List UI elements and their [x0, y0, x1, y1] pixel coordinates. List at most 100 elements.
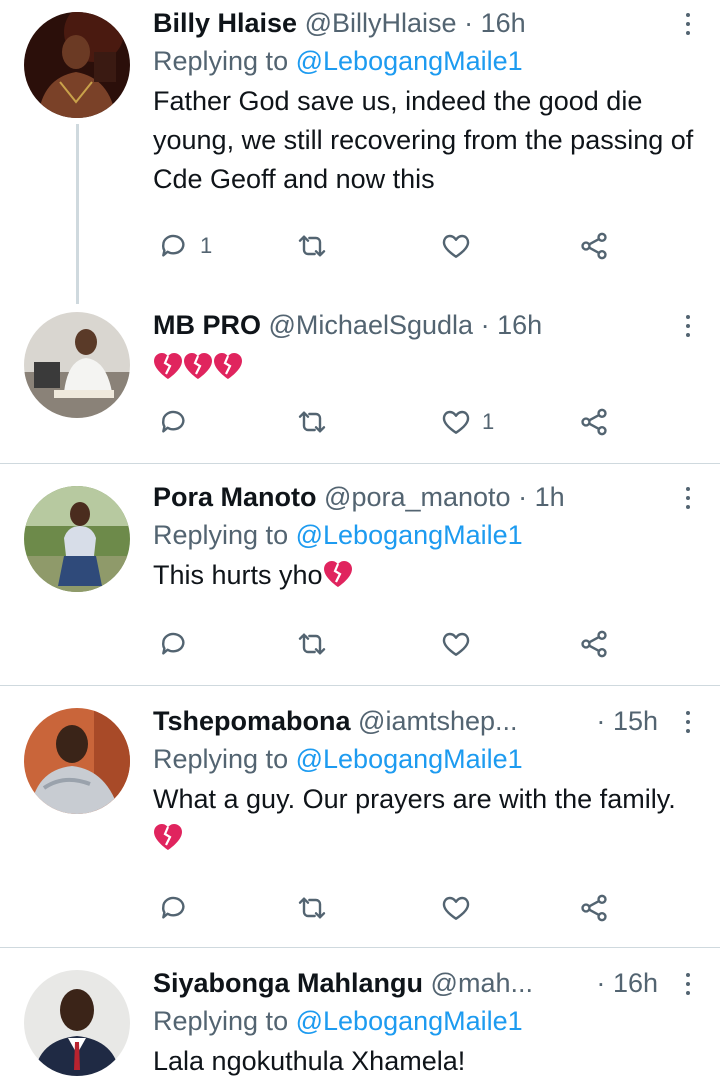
display-name[interactable]: Billy Hlaise: [153, 8, 297, 38]
tweet-header: Tshepomabona @iamtshep... · 15h: [153, 704, 700, 738]
more-options-icon[interactable]: [676, 482, 700, 514]
retweet-icon: [298, 411, 326, 433]
more-options-icon[interactable]: [676, 968, 700, 1000]
more-options-icon[interactable]: [676, 706, 700, 738]
avatar[interactable]: [24, 12, 130, 118]
timestamp[interactable]: 15h: [613, 706, 658, 736]
share-button[interactable]: [578, 226, 610, 266]
replying-to: Replying to @LebogangMaile1: [153, 1004, 700, 1038]
reply-icon: [162, 234, 185, 257]
like-button[interactable]: [440, 624, 482, 664]
separator-dot: ·: [464, 8, 474, 38]
tweet-text: Lala ngokuthula Xhamela!: [153, 1046, 466, 1076]
replying-to-label: Replying to: [153, 520, 289, 550]
timestamp-group: · 16h: [596, 966, 658, 1000]
tweet-actions: [158, 888, 618, 928]
heart-icon: [442, 896, 470, 920]
user-handle[interactable]: @pora_manoto: [324, 482, 511, 512]
thread-line: [76, 124, 79, 304]
tweet-header: Siyabonga Mahlangu @mah... · 16h: [153, 966, 700, 1000]
display-name[interactable]: Pora Manoto: [153, 482, 317, 512]
reply-icon: [162, 632, 185, 655]
replying-to: Replying to @LebogangMaile1: [153, 44, 700, 78]
user-handle[interactable]: @BillyHlaise: [305, 8, 457, 38]
tweet-text: What a guy. Our prayers are with the fam…: [153, 784, 676, 814]
separator-dot: ·: [480, 310, 490, 340]
tweet-text: 💔💔💔: [153, 348, 700, 384]
reply-count: 1: [200, 233, 213, 258]
tweet-text-row: What a guy. Our prayers are with the fam…: [153, 780, 700, 858]
display-name[interactable]: MB PRO: [153, 310, 261, 340]
display-name[interactable]: Tshepomabona: [153, 706, 351, 736]
tweet-tshepomabona[interactable]: Tshepomabona @iamtshep... · 15h Replying…: [0, 686, 720, 948]
like-count: 1: [482, 409, 495, 434]
replying-to-label: Replying to: [153, 1006, 289, 1036]
tweet-mb-pro[interactable]: MB PRO @MichaelSgudla · 16h 💔💔💔: [0, 294, 720, 464]
avatar[interactable]: [24, 312, 130, 418]
replying-to-mention[interactable]: @LebogangMaile1: [296, 520, 523, 550]
timestamp[interactable]: 16h: [613, 968, 658, 998]
user-handle[interactable]: @iamtshep...: [358, 706, 517, 736]
share-icon: [581, 630, 607, 658]
tweet-actions: 1: [158, 226, 618, 266]
reply-icon: [162, 410, 185, 433]
avatar[interactable]: [24, 486, 130, 592]
timestamp[interactable]: 1h: [535, 482, 565, 512]
retweet-icon: [298, 633, 326, 655]
share-icon: [581, 232, 607, 260]
retweet-icon: [298, 235, 326, 257]
tweet-actions: [158, 624, 618, 664]
timestamp-group: · 15h: [596, 704, 658, 738]
tweet-pora-manoto[interactable]: Pora Manoto @pora_manoto · 1h Replying t…: [0, 464, 720, 686]
tweet-text: This hurts yho: [153, 560, 323, 590]
separator-dot: ·: [596, 968, 606, 998]
more-options-icon[interactable]: [676, 8, 700, 40]
display-name[interactable]: Siyabonga Mahlangu: [153, 968, 423, 998]
tweet-actions: 1: [158, 402, 618, 442]
retweet-button[interactable]: [296, 624, 338, 664]
reply-button[interactable]: [158, 888, 200, 928]
like-button[interactable]: [440, 226, 482, 266]
tweet-header: Billy Hlaise @BillyHlaise · 16h: [153, 6, 700, 40]
broken-heart-emoji: [323, 561, 352, 587]
like-button[interactable]: [440, 888, 482, 928]
heart-icon: [442, 632, 470, 656]
tweet-siyabonga-mahlangu[interactable]: Siyabonga Mahlangu @mah... · 16h Replyin…: [0, 948, 720, 1084]
avatar[interactable]: [24, 708, 130, 814]
replying-to-mention[interactable]: @LebogangMaile1: [296, 1006, 523, 1036]
avatar[interactable]: [24, 970, 130, 1076]
tweet-text-row: This hurts yho: [153, 556, 700, 595]
timestamp[interactable]: 16h: [497, 310, 542, 340]
timestamp[interactable]: 16h: [481, 8, 526, 38]
retweet-button[interactable]: [296, 888, 338, 928]
replying-to-label: Replying to: [153, 744, 289, 774]
share-button[interactable]: [578, 888, 610, 928]
replying-to-label: Replying to: [153, 46, 289, 76]
replying-to: Replying to @LebogangMaile1: [153, 742, 700, 776]
reply-button[interactable]: [158, 624, 200, 664]
retweet-button[interactable]: [296, 226, 338, 266]
user-handle[interactable]: @MichaelSgudla: [269, 310, 474, 340]
replying-to-mention[interactable]: @LebogangMaile1: [296, 46, 523, 76]
tweet-header: MB PRO @MichaelSgudla · 16h: [153, 308, 700, 342]
user-handle[interactable]: @mah...: [431, 968, 533, 998]
tweet-billy-hlaise[interactable]: Billy Hlaise @BillyHlaise · 16h Replying…: [0, 0, 720, 304]
replying-to: Replying to @LebogangMaile1: [153, 518, 700, 552]
reply-button[interactable]: 1: [158, 226, 212, 266]
replying-to-mention[interactable]: @LebogangMaile1: [296, 744, 523, 774]
reply-icon: [162, 896, 185, 919]
heart-icon: [442, 410, 470, 434]
separator-dot: ·: [596, 706, 606, 736]
like-button[interactable]: 1: [440, 402, 494, 442]
reply-feed: Billy Hlaise @BillyHlaise · 16h Replying…: [0, 0, 720, 1084]
reply-button[interactable]: [158, 402, 200, 442]
heart-icon: [442, 234, 470, 258]
broken-heart-emoji: [154, 824, 182, 850]
more-options-icon[interactable]: [676, 310, 700, 342]
share-button[interactable]: [578, 624, 610, 664]
share-button[interactable]: [578, 402, 610, 442]
separator-dot: ·: [518, 482, 528, 512]
retweet-button[interactable]: [296, 402, 338, 442]
retweet-icon: [298, 897, 326, 919]
tweet-text: Father God save us, indeed the good die …: [153, 86, 694, 194]
